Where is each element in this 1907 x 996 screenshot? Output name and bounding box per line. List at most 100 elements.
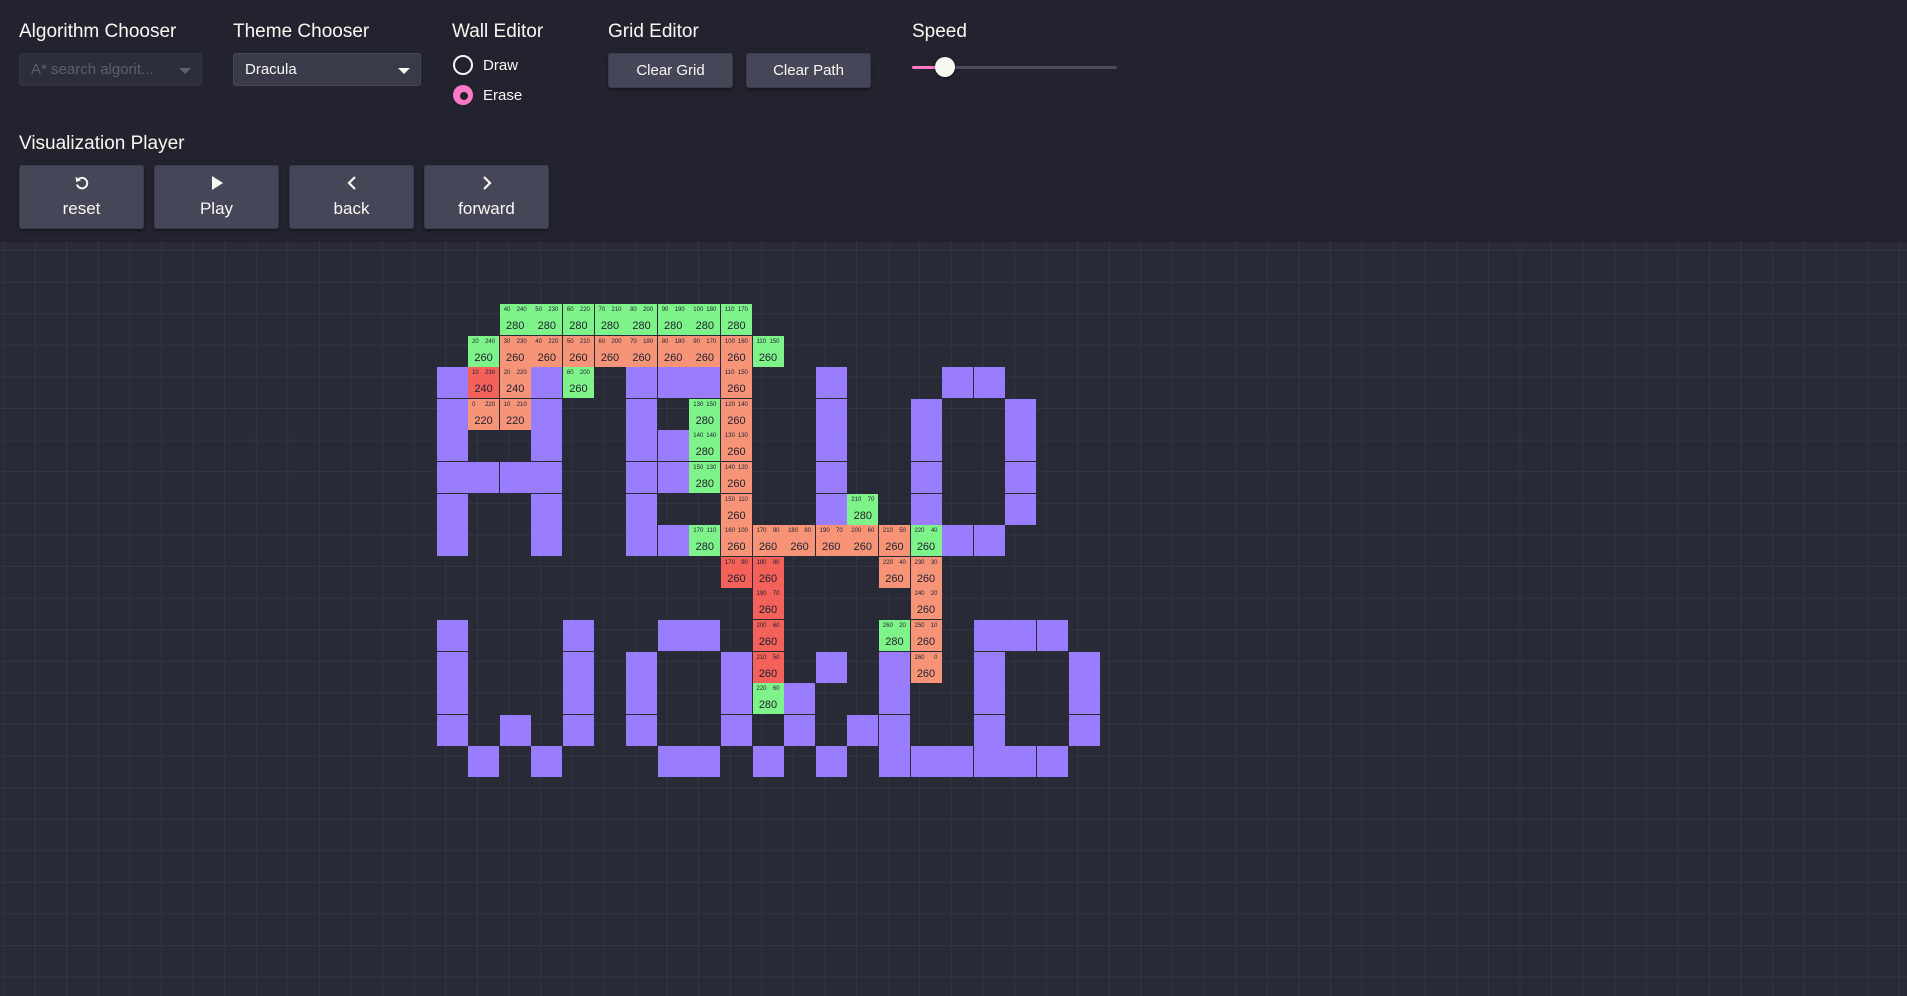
path-node-cell[interactable]: 10 230 240	[468, 367, 500, 399]
theme-select[interactable]: Dracula	[233, 53, 421, 86]
open-node-cell[interactable]: 110 150 260	[752, 335, 784, 367]
wall-cell[interactable]	[436, 683, 468, 715]
closed-node-cell[interactable]: 100 160 260	[720, 335, 752, 367]
wall-cell[interactable]	[942, 367, 974, 399]
wall-cell[interactable]	[784, 714, 816, 746]
wall-cell[interactable]	[468, 746, 500, 778]
closed-node-cell[interactable]: 240 20 260	[910, 588, 942, 620]
closed-node-cell[interactable]: 170 90 260	[752, 525, 784, 557]
wall-cell[interactable]	[942, 746, 974, 778]
closed-node-cell[interactable]: 260 0 260	[910, 651, 942, 683]
wall-cell[interactable]	[942, 525, 974, 557]
wall-cell[interactable]	[1005, 746, 1037, 778]
wall-cell[interactable]	[1005, 493, 1037, 525]
wall-cell[interactable]	[531, 493, 563, 525]
wall-cell[interactable]	[436, 714, 468, 746]
wall-cell[interactable]	[436, 651, 468, 683]
wall-cell[interactable]	[973, 620, 1005, 651]
closed-node-cell[interactable]: 110 150 260	[720, 367, 752, 399]
wall-cell[interactable]	[531, 367, 563, 399]
wall-cell[interactable]	[657, 746, 689, 778]
wall-cell[interactable]	[973, 367, 1005, 399]
closed-node-cell[interactable]: 0 220 220	[468, 398, 500, 430]
wall-cell[interactable]	[689, 367, 721, 399]
wall-cell[interactable]	[499, 714, 531, 746]
open-node-cell[interactable]: 100 180 280	[689, 304, 721, 335]
wall-cell[interactable]	[436, 430, 468, 462]
open-node-cell[interactable]: 80 200 280	[626, 304, 658, 335]
open-node-cell[interactable]: 220 40 260	[910, 525, 942, 557]
wall-cell[interactable]	[878, 651, 910, 683]
wall-cell[interactable]	[531, 398, 563, 430]
open-node-cell[interactable]: 40 240 280	[499, 304, 531, 335]
wall-cell[interactable]	[1005, 462, 1037, 493]
open-node-cell[interactable]: 90 190 280	[657, 304, 689, 335]
draw-radio-option[interactable]: Draw	[453, 55, 518, 75]
open-node-cell[interactable]: 220 60 280	[752, 683, 784, 715]
wall-cell[interactable]	[847, 714, 879, 746]
closed-node-cell[interactable]: 120 140 260	[720, 398, 752, 430]
closed-node-cell[interactable]: 150 110 260	[720, 493, 752, 525]
wall-cell[interactable]	[720, 651, 752, 683]
forward-button[interactable]: forward	[424, 165, 549, 229]
open-node-cell[interactable]: 130 150 280	[689, 398, 721, 430]
wall-cell[interactable]	[815, 493, 847, 525]
wall-cell[interactable]	[910, 430, 942, 462]
closed-node-cell[interactable]: 20 220 240	[499, 367, 531, 399]
back-button[interactable]: back	[289, 165, 414, 229]
wall-cell[interactable]	[784, 683, 816, 715]
wall-cell[interactable]	[436, 398, 468, 430]
wall-cell[interactable]	[1036, 746, 1068, 778]
wall-cell[interactable]	[910, 493, 942, 525]
wall-cell[interactable]	[468, 462, 500, 493]
closed-node-cell[interactable]: 140 120 260	[720, 462, 752, 493]
closed-node-cell[interactable]: 190 70 260	[815, 525, 847, 557]
path-node-cell[interactable]: 200 60 260	[752, 620, 784, 651]
wall-cell[interactable]	[752, 746, 784, 778]
closed-node-cell[interactable]: 160 100 260	[720, 525, 752, 557]
closed-node-cell[interactable]: 220 40 260	[878, 556, 910, 588]
wall-cell[interactable]	[499, 462, 531, 493]
wall-cell[interactable]	[1068, 683, 1100, 715]
wall-cell[interactable]	[1068, 714, 1100, 746]
open-node-cell[interactable]: 150 130 280	[689, 462, 721, 493]
wall-cell[interactable]	[531, 525, 563, 557]
speed-slider-thumb[interactable]	[935, 57, 955, 77]
wall-cell[interactable]	[436, 367, 468, 399]
open-node-cell[interactable]: 210 70 280	[847, 493, 879, 525]
path-node-cell[interactable]: 210 50 260	[752, 651, 784, 683]
wall-cell[interactable]	[657, 620, 689, 651]
open-node-cell[interactable]: 140 140 280	[689, 430, 721, 462]
reset-button[interactable]: reset	[19, 165, 144, 229]
wall-cell[interactable]	[815, 398, 847, 430]
wall-cell[interactable]	[562, 683, 594, 715]
wall-cell[interactable]	[1005, 430, 1037, 462]
wall-cell[interactable]	[973, 651, 1005, 683]
wall-cell[interactable]	[657, 525, 689, 557]
path-node-cell[interactable]: 170 90 260	[720, 556, 752, 588]
wall-cell[interactable]	[436, 620, 468, 651]
wall-cell[interactable]	[973, 683, 1005, 715]
wall-cell[interactable]	[657, 430, 689, 462]
wall-cell[interactable]	[531, 462, 563, 493]
wall-cell[interactable]	[657, 367, 689, 399]
wall-cell[interactable]	[531, 746, 563, 778]
draw-radio[interactable]	[453, 55, 473, 75]
wall-cell[interactable]	[1005, 398, 1037, 430]
wall-cell[interactable]	[910, 746, 942, 778]
path-node-cell[interactable]: 180 80 260	[752, 556, 784, 588]
clear-grid-button[interactable]: Clear Grid	[608, 53, 733, 88]
wall-cell[interactable]	[878, 746, 910, 778]
wall-cell[interactable]	[815, 651, 847, 683]
wall-cell[interactable]	[973, 714, 1005, 746]
open-node-cell[interactable]: 110 170 280	[720, 304, 752, 335]
wall-cell[interactable]	[626, 430, 658, 462]
closed-node-cell[interactable]: 130 130 260	[720, 430, 752, 462]
algorithm-select[interactable]: A* search algorit...	[19, 53, 202, 86]
wall-cell[interactable]	[689, 620, 721, 651]
wall-cell[interactable]	[562, 620, 594, 651]
wall-cell[interactable]	[562, 651, 594, 683]
closed-node-cell[interactable]: 90 170 260	[689, 335, 721, 367]
open-node-cell[interactable]: 50 230 280	[531, 304, 563, 335]
closed-node-cell[interactable]: 80 180 260	[657, 335, 689, 367]
